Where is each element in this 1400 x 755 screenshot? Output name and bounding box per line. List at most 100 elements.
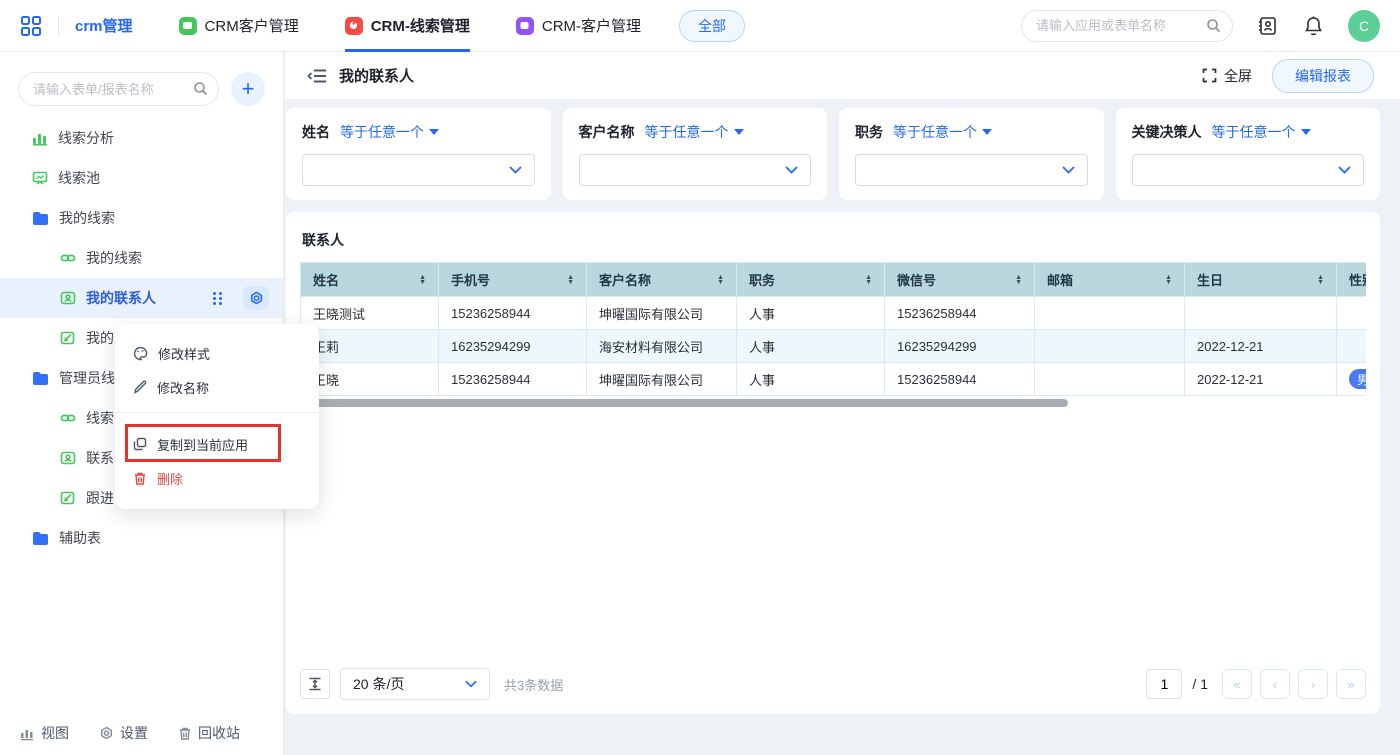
table-title: 联系人 xyxy=(302,230,1366,250)
sidebar-item-label: 我的线索 xyxy=(86,248,142,268)
sort-icon[interactable]: ▲▼ xyxy=(1015,275,1022,285)
filter-operator-dropdown[interactable]: 等于任意一个 xyxy=(645,122,744,142)
menu-item-copy-to-app[interactable]: 复制到当前应用 xyxy=(115,427,319,461)
cell-wechat: 15236258944 xyxy=(885,363,1035,396)
folder-icon xyxy=(32,371,49,386)
filter-operator-dropdown[interactable]: 等于任意一个 xyxy=(340,122,439,142)
chevron-down-icon xyxy=(465,680,477,688)
search-icon xyxy=(193,81,208,96)
recycle-bin-button[interactable]: 回收站 xyxy=(178,723,240,743)
page-number-input[interactable] xyxy=(1146,669,1182,699)
item-settings-gear-icon[interactable] xyxy=(243,286,269,310)
dashboard-icon xyxy=(32,170,48,186)
filter-label: 客户名称 xyxy=(579,122,635,142)
cell-name: 王晓 xyxy=(301,363,439,396)
table-header-row: 姓名▲▼ 手机号▲▼ 客户名称▲▼ 职务▲▼ 微信号▲▼ 邮箱▲▼ 生日▲▼ 性… xyxy=(301,263,1367,297)
app-name-link[interactable]: crm管理 xyxy=(75,15,133,36)
sidebar-item-label: 我的线索 xyxy=(59,208,115,228)
user-avatar[interactable]: C xyxy=(1348,10,1380,42)
settings-button[interactable]: 设置 xyxy=(99,723,148,743)
collapse-menu-icon[interactable] xyxy=(307,68,327,84)
sidebar-search-input[interactable] xyxy=(18,72,219,106)
filter-operator-dropdown[interactable]: 等于任意一个 xyxy=(893,122,992,142)
sort-icon[interactable]: ▲▼ xyxy=(865,275,872,285)
filter-value-select[interactable] xyxy=(855,154,1088,186)
contact-card-icon xyxy=(60,290,76,306)
filter-operator-dropdown[interactable]: 等于任意一个 xyxy=(1212,122,1311,142)
sidebar-item-lead-pool[interactable]: 线索池 xyxy=(0,158,283,198)
contacts-card: 联系人 姓名▲▼ 手机号▲▼ 客户名称▲▼ 职务▲▼ 微信号▲▼ xyxy=(286,212,1380,714)
last-page-button[interactable]: » xyxy=(1336,669,1366,699)
pagination-bar: 20 条/页 共3条数据 / 1 « ‹ › » xyxy=(300,668,1366,700)
cell-customer: 海安材料有限公司 xyxy=(587,330,737,363)
menu-item-rename[interactable]: 修改名称 xyxy=(115,370,319,404)
table-row[interactable]: 王晓测试 15236258944 坤曜国际有限公司 人事 15236258944 xyxy=(301,297,1367,330)
drag-handle-icon[interactable] xyxy=(213,292,223,305)
global-search-input[interactable] xyxy=(1021,10,1233,42)
contact-card-icon xyxy=(60,450,76,466)
filter-card-job: 职务 等于任意一个 xyxy=(839,108,1104,200)
menu-item-modify-style[interactable]: 修改样式 xyxy=(115,336,319,370)
horizontal-scrollbar-thumb[interactable] xyxy=(300,399,1068,407)
settings-label: 设置 xyxy=(120,723,148,743)
filter-value-select[interactable] xyxy=(579,154,812,186)
tab-crm-customer2[interactable]: CRM-客户管理 xyxy=(516,0,641,52)
filter-operator-label: 等于任意一个 xyxy=(1212,122,1296,142)
filter-label: 职务 xyxy=(855,122,883,142)
filter-operator-label: 等于任意一个 xyxy=(645,122,729,142)
sort-icon[interactable]: ▲▼ xyxy=(419,275,426,285)
address-book-icon[interactable] xyxy=(1257,15,1279,37)
main-header: 我的联系人 全屏 编辑报表 xyxy=(285,52,1400,100)
sidebar-item-my-leads[interactable]: 我的线索 xyxy=(0,238,283,278)
gender-badge: 男 xyxy=(1349,369,1366,389)
total-pages-text: / 1 xyxy=(1192,676,1208,692)
sidebar-folder-auxiliary[interactable]: 辅助表 xyxy=(0,518,283,558)
table-row[interactable]: 王莉 16235294299 海安材料有限公司 人事 16235294299 2… xyxy=(301,330,1367,363)
tab-crm-customer[interactable]: CRM客户管理 xyxy=(179,0,299,52)
recycle-bin-label: 回收站 xyxy=(198,723,240,743)
menu-item-label: 复制到当前应用 xyxy=(157,435,248,454)
prev-page-button[interactable]: ‹ xyxy=(1260,669,1290,699)
fullscreen-button[interactable]: 全屏 xyxy=(1202,66,1252,86)
cell-birthday: 2022-12-21 xyxy=(1185,363,1337,396)
menu-item-label: 删除 xyxy=(157,469,183,488)
apps-grid-icon[interactable] xyxy=(20,15,42,37)
table-row[interactable]: 王晓 15236258944 坤曜国际有限公司 人事 15236258944 2… xyxy=(301,363,1367,396)
copy-icon xyxy=(133,437,147,451)
purple-app-icon xyxy=(516,17,534,35)
sort-icon[interactable]: ▲▼ xyxy=(1165,275,1172,285)
sort-icon[interactable]: ▲▼ xyxy=(567,275,574,285)
sidebar-item-label: 线索池 xyxy=(58,168,100,188)
all-apps-pill[interactable]: 全部 xyxy=(679,10,745,42)
views-label: 视图 xyxy=(41,723,69,743)
top-navbar: crm管理 CRM客户管理 CRM-线索管理 CRM-客户管理 全部 xyxy=(0,0,1400,52)
cell-job: 人事 xyxy=(737,363,885,396)
notification-bell-icon[interactable] xyxy=(1303,15,1324,37)
row-height-button[interactable] xyxy=(300,669,330,699)
filter-value-select[interactable] xyxy=(302,154,535,186)
sort-icon[interactable]: ▲▼ xyxy=(1317,275,1324,285)
sort-icon[interactable]: ▲▼ xyxy=(717,275,724,285)
menu-item-label: 修改名称 xyxy=(157,378,209,397)
sidebar-item-label: 我的联系人 xyxy=(86,288,156,308)
cell-customer: 坤曜国际有限公司 xyxy=(587,363,737,396)
page-size-select[interactable]: 20 条/页 xyxy=(340,668,490,700)
filter-value-select[interactable] xyxy=(1132,154,1365,186)
green-app-icon xyxy=(179,17,197,35)
edit-report-button[interactable]: 编辑报表 xyxy=(1272,59,1374,93)
next-page-button[interactable]: › xyxy=(1298,669,1328,699)
add-form-button[interactable]: + xyxy=(231,72,265,106)
sidebar-item-lead-analysis[interactable]: 线索分析 xyxy=(0,118,283,158)
cell-email xyxy=(1035,363,1185,396)
column-header: 职务 xyxy=(749,270,775,289)
cell-name: 王莉 xyxy=(301,330,439,363)
first-page-button[interactable]: « xyxy=(1222,669,1252,699)
views-button[interactable]: 视图 xyxy=(20,723,69,743)
folder-icon xyxy=(32,211,49,226)
menu-item-delete[interactable]: 删除 xyxy=(115,461,319,495)
sidebar-folder-my-leads[interactable]: 我的线索 xyxy=(0,198,283,238)
divider xyxy=(58,17,59,35)
global-search xyxy=(1021,10,1233,42)
tab-crm-leads[interactable]: CRM-线索管理 xyxy=(345,0,470,52)
sidebar-item-my-contacts[interactable]: 我的联系人 xyxy=(0,278,283,318)
